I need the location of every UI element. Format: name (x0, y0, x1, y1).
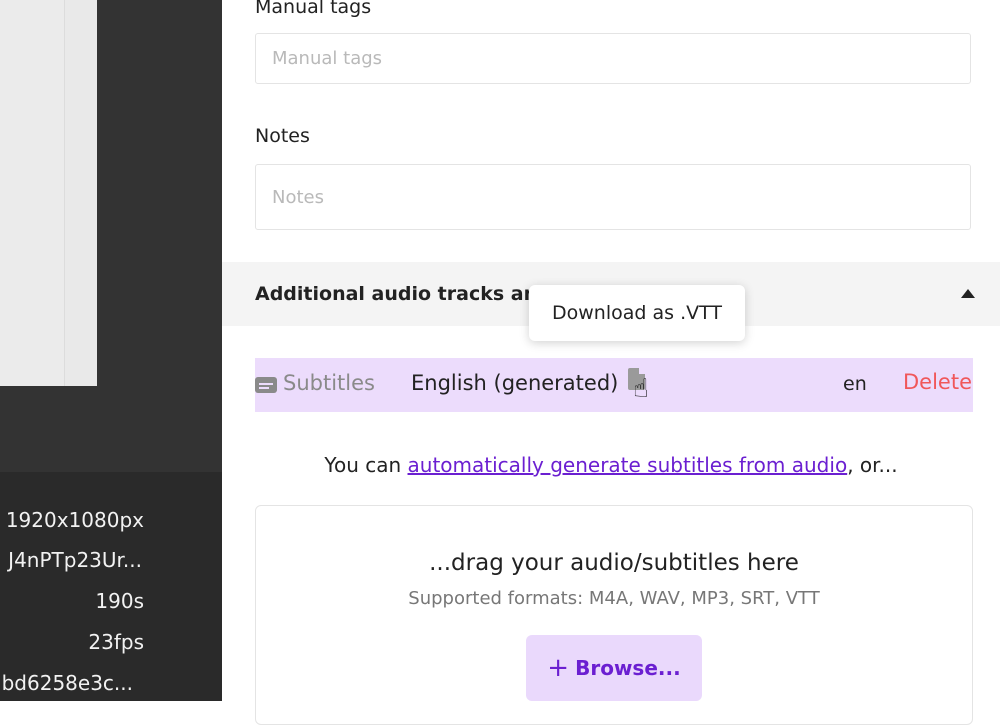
manual-tags-label: Manual tags (255, 0, 372, 18)
preview-area (0, 0, 222, 472)
fps-value: 23fps (88, 630, 144, 654)
notes-label: Notes (255, 125, 310, 147)
subtitle-track-row: Subtitles English (generated) ☝ en Delet… (255, 358, 973, 412)
track-language: en (843, 373, 867, 395)
resolution-value: 1920x1080px (5, 508, 144, 532)
auto-generate-line: You can automatically generate subtitles… (222, 453, 1000, 477)
notes-placeholder: Notes (272, 186, 324, 208)
dropzone-title: ...drag your audio/subtitles here (429, 550, 799, 576)
metadata-panel: 1920x1080px J4nPTp23Ur... 190s 23fps bd6… (0, 472, 222, 701)
hash-value: bd6258e3c... (1, 671, 133, 695)
download-tooltip: Download as .VTT (529, 285, 745, 341)
auto-generate-prefix: You can (324, 453, 408, 477)
video-preview (0, 0, 97, 386)
details-panel: Manual tags Manual tags Notes Notes Addi… (222, 0, 1000, 725)
dropzone-formats: Supported formats: M4A, WAV, MP3, SRT, V… (408, 588, 820, 609)
auto-generate-suffix: , or... (847, 453, 898, 477)
manual-tags-placeholder: Manual tags (272, 48, 383, 69)
manual-tags-input[interactable]: Manual tags (255, 33, 971, 84)
plus-icon: + (547, 653, 570, 683)
track-name: English (generated) (411, 371, 619, 395)
browse-label: Browse... (575, 656, 681, 680)
left-panel: 1920x1080px J4nPTp23Ur... 190s 23fps bd6… (0, 0, 222, 701)
track-type: Subtitles (283, 371, 375, 395)
caret-up-icon[interactable] (961, 289, 975, 298)
subtitles-icon (255, 377, 277, 393)
notes-input[interactable]: Notes (255, 164, 971, 230)
auto-generate-link[interactable]: automatically generate subtitles from au… (408, 453, 848, 477)
delete-track-button[interactable]: Delete (903, 370, 972, 394)
video-preview-inner (0, 0, 65, 386)
upload-dropzone[interactable]: ...drag your audio/subtitles here Suppor… (255, 505, 973, 725)
id-value: J4nPTp23Ur... (8, 548, 142, 572)
hand-cursor-icon: ☝ (633, 374, 649, 404)
duration-value: 190s (95, 589, 144, 613)
browse-button[interactable]: + Browse... (526, 635, 702, 701)
